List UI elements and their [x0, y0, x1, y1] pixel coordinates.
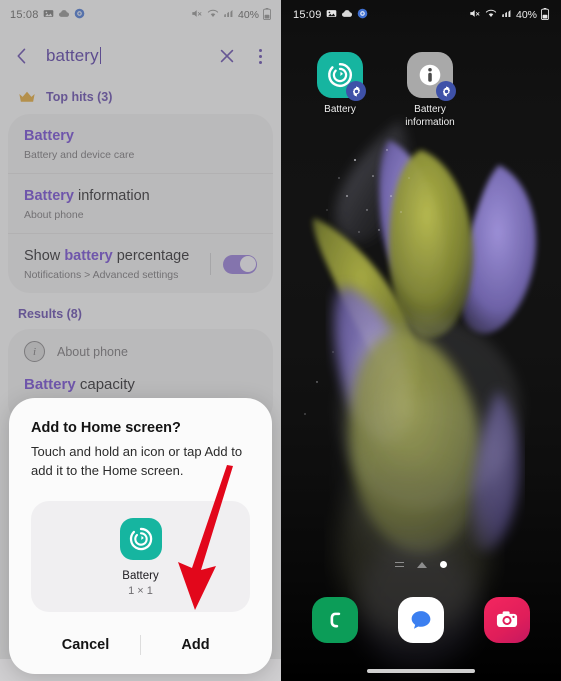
dialog-actions: Cancel Add: [31, 616, 250, 674]
photo-icon: [326, 8, 337, 22]
back-icon[interactable]: [12, 46, 32, 66]
camera-icon: [496, 611, 518, 627]
app-icon-wrapper: [407, 52, 456, 101]
mute-icon: [469, 8, 481, 22]
battery-percentage-toggle[interactable]: [223, 254, 257, 274]
row-title-pre: Show: [24, 248, 65, 265]
wifi-icon: [207, 8, 219, 22]
app-label: Battery information: [405, 104, 455, 128]
red-arrow-annotation: [178, 465, 233, 610]
home-app-grid: Battery Battery information: [281, 30, 561, 129]
row-title: Battery information: [24, 187, 257, 205]
row-title-rest: capacity: [75, 376, 135, 394]
switch-divider: [210, 253, 211, 276]
screenshot-stage: 15:08 40% battery Top hits (3) Battery B…: [0, 0, 561, 681]
signal-icon: [223, 8, 234, 22]
message-bubble-icon: [411, 611, 431, 629]
home-app-battery[interactable]: Battery: [307, 52, 373, 129]
phone-icon: [330, 612, 341, 628]
mute-icon: [191, 8, 203, 22]
cancel-button[interactable]: Cancel: [31, 637, 140, 653]
crown-icon: [18, 90, 36, 104]
list-icon[interactable]: [395, 561, 404, 568]
phone-app[interactable]: [312, 597, 358, 643]
status-bar-left: 15:08 40%: [0, 0, 281, 30]
left-phone-settings-search: 15:08 40% battery Top hits (3) Battery B…: [0, 0, 281, 681]
status-bar-right-group: 40%: [191, 7, 271, 23]
gear-icon: [436, 81, 456, 101]
search-input[interactable]: battery: [46, 46, 203, 66]
row-subtitle: Battery and device care: [24, 149, 135, 162]
gear-icon: [346, 81, 366, 101]
row-title-highlight: Battery: [24, 188, 74, 205]
app-icon: [74, 8, 85, 22]
battery-icon: [541, 7, 549, 23]
switch-group: [200, 253, 257, 276]
status-time: 15:08: [10, 9, 39, 21]
search-header: battery: [0, 30, 281, 82]
status-time: 15:09: [293, 9, 322, 21]
app-label: Battery: [324, 104, 356, 115]
row-title-highlight: Battery: [24, 376, 76, 394]
top-hits-label: Top hits (3): [46, 90, 113, 104]
top-hits-card: Battery Battery and device care Battery …: [8, 114, 273, 294]
messages-app[interactable]: [398, 597, 444, 643]
add-button[interactable]: Add: [141, 637, 250, 653]
cloud-icon: [341, 8, 353, 22]
row-title-highlight: Battery: [24, 128, 74, 144]
row-title-rest: information: [73, 188, 150, 205]
home-app-battery-information[interactable]: Battery information: [397, 52, 463, 129]
wifi-icon: [485, 8, 497, 22]
dialog-title: Add to Home screen?: [31, 420, 181, 436]
info-icon: i: [24, 341, 45, 363]
top-hit-row-show-battery-percentage[interactable]: Show battery percentage Notifications > …: [8, 233, 273, 293]
row-title: Battery capacity: [24, 376, 257, 395]
row-title-highlight: battery: [64, 248, 113, 265]
battery-icon: [263, 7, 271, 23]
row-title: Show battery percentage: [24, 247, 200, 265]
row-text-group: Show battery percentage Notifications > …: [24, 247, 200, 281]
photo-icon: [43, 8, 54, 22]
results-group-label: About phone: [57, 344, 128, 359]
camera-app[interactable]: [484, 597, 530, 643]
battery-percent-label: 40%: [515, 9, 537, 21]
row-subtitle: About phone: [24, 209, 84, 222]
row-title-rest: percentage: [112, 248, 190, 265]
more-options-icon[interactable]: [251, 46, 269, 66]
text-caret: [99, 47, 102, 64]
cloud-icon: [58, 8, 70, 22]
home-gesture-pill[interactable]: [367, 669, 475, 673]
status-bar-left-group: 15:08: [10, 8, 85, 22]
active-dot[interactable]: [440, 561, 447, 568]
clear-icon[interactable]: [217, 46, 237, 66]
signal-icon: [501, 8, 512, 22]
app-icon-wrapper: [317, 52, 366, 101]
page-indicator: [281, 561, 561, 568]
status-bar-left-group: 15:09: [293, 8, 368, 22]
home-icon[interactable]: [417, 561, 427, 568]
results-label: Results (8): [18, 307, 82, 322]
right-phone-home-screen: 15:09 40% Battery Battery information: [281, 0, 561, 681]
row-subtitle: Notifications > Advanced settings: [24, 269, 179, 282]
battery-percent-label: 40%: [237, 9, 259, 21]
row-title: Battery: [24, 127, 257, 145]
app-icon: [357, 8, 368, 22]
navigation-bar-right: [281, 661, 561, 681]
status-bar-right: 15:09 40%: [281, 0, 561, 30]
top-hit-row-battery[interactable]: Battery Battery and device care: [8, 114, 273, 173]
search-query-text: battery: [46, 46, 99, 65]
top-hit-row-battery-information[interactable]: Battery information About phone: [8, 173, 273, 233]
battery-care-icon: [119, 517, 162, 560]
home-dock: [281, 597, 561, 643]
status-bar-right-group: 40%: [469, 7, 549, 23]
top-hits-header: Top hits (3): [0, 82, 281, 114]
results-group-header: i About phone: [8, 329, 273, 370]
